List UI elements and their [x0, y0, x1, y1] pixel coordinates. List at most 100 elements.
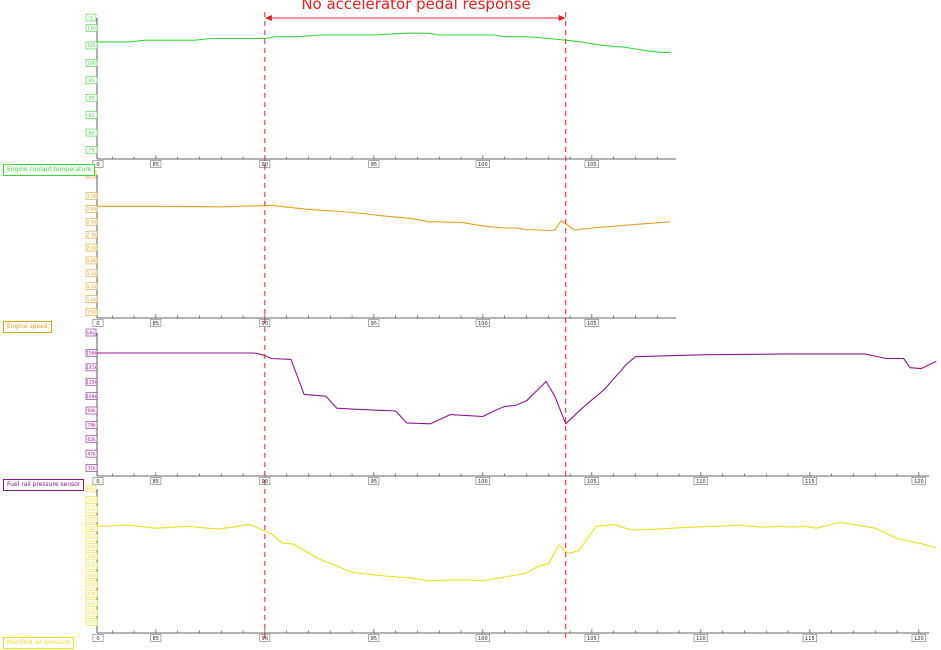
y-tick-label: 100	[85, 59, 98, 67]
y-tick-label: 1.0k	[85, 295, 98, 303]
x-tick-text: 105	[587, 162, 597, 168]
x-tick-label: 100	[475, 160, 491, 168]
x-tick-text: 100	[478, 162, 488, 168]
y-tick-text: 2.0k	[87, 245, 97, 251]
y-tick-text: 109k	[86, 394, 98, 400]
x-tick-text: 110	[696, 479, 706, 485]
y-tick-text: 750	[87, 310, 96, 316]
x-tick-text: 110	[696, 636, 706, 642]
x-tick-label: 110	[693, 477, 709, 485]
x-tick-text: 120	[914, 479, 924, 485]
y-tick-label: 220	[85, 514, 98, 523]
x-tick-text: 0	[96, 162, 99, 168]
x-tick-label: 110	[693, 634, 709, 642]
y-unit-text: kPa	[87, 487, 95, 493]
x-tick-text: 95	[371, 321, 377, 327]
y-tick-label: 125k	[85, 377, 97, 386]
x-tick-label: 85	[150, 319, 162, 327]
x-tick-text: 85	[153, 321, 159, 327]
y-tick-text: 2.5k	[87, 219, 97, 225]
y-unit-text: kPa	[87, 331, 95, 337]
y-tick-text: 78k	[87, 423, 96, 429]
y-tick-text: 160	[87, 573, 96, 579]
y-tick-text: 1.0k	[87, 297, 97, 303]
y-tick-label: 105	[85, 41, 98, 50]
x-tick-label: 85	[150, 477, 162, 485]
channel-label-engine-speed: Engine speed	[3, 321, 52, 333]
y-tick-text: 2.3k	[87, 232, 97, 238]
x-tick-text: 95	[371, 162, 377, 168]
y-tick-text: 200	[87, 535, 96, 541]
y-tick-label: 210	[85, 524, 98, 532]
y-tick-text: 240	[87, 498, 96, 504]
x-tick-label: 100	[475, 477, 491, 485]
y-tick-text: 120	[87, 610, 96, 616]
chart-canvas: °C11010510095908580750859095100105rpm3.0…	[85, 12, 937, 642]
y-tick-text: 75	[89, 148, 95, 154]
y-tick-text: 170	[87, 563, 96, 569]
y-tick-label: 78k	[85, 421, 98, 429]
y-tick-text: 190	[87, 545, 96, 551]
y-tick-label: 95	[85, 76, 98, 85]
y-tick-text: 141k	[86, 365, 98, 371]
y-tick-label: 80	[85, 128, 98, 137]
y-tick-text: 47k	[87, 451, 96, 457]
x-tick-text: 120	[914, 636, 924, 642]
y-tick-text: 3.0k	[87, 194, 97, 200]
y-unit-label: °C	[85, 13, 97, 22]
y-tick-label: 141k	[85, 363, 98, 372]
y-tick-label: 140	[85, 590, 98, 598]
y-tick-text: 94k	[87, 408, 96, 414]
y-tick-text: 2.8k	[87, 207, 97, 213]
x-tick-label: 95	[368, 634, 380, 642]
x-tick-text: 95	[371, 479, 377, 485]
y-tick-label: 109k	[85, 392, 98, 400]
y-tick-label: 47k	[85, 449, 98, 458]
panel-3: kPa 240 230 220 210 200 190 180 170 160 150 140 130 1…	[85, 484, 937, 642]
y-tick-text: 100	[87, 61, 96, 67]
series-line	[97, 352, 937, 425]
x-tick-label: 105	[584, 477, 600, 485]
x-tick-text: 105	[587, 479, 597, 485]
x-tick-text: 0	[96, 479, 99, 485]
y-tick-label: 130	[85, 599, 98, 608]
y-tick-label: 2.8k	[85, 205, 98, 213]
y-tick-label: 2.0k	[85, 243, 98, 252]
y-tick-text: 220	[87, 516, 96, 522]
x-tick-label: 100	[475, 319, 491, 327]
y-tick-label: 3.0k	[85, 192, 98, 200]
x-tick-label: 105	[584, 634, 600, 642]
x-tick-label: 0	[92, 634, 104, 642]
y-tick-label: 120	[85, 608, 98, 617]
y-unit-label: kPa	[85, 484, 97, 493]
y-tick-label: 240	[85, 496, 98, 504]
y-tick-label: 62k	[85, 435, 98, 444]
y-tick-label: 75	[85, 146, 98, 154]
y-tick-label: 156k	[85, 349, 97, 357]
y-tick-text: 230	[87, 507, 96, 513]
y-tick-label: 2.5k	[85, 217, 98, 226]
y-tick-label: 750	[85, 308, 98, 316]
chart-panels: °C11010510095908580750859095100105rpm3.0…	[85, 13, 937, 642]
channel-label-coolant-temperature: Engine coolant temperature	[3, 164, 96, 176]
x-tick-text: 115	[805, 636, 815, 642]
y-tick-label: 110	[85, 24, 98, 32]
series-line	[96, 521, 937, 582]
y-tick-text: 140	[87, 592, 96, 598]
x-tick-label: 120	[911, 477, 927, 485]
annotation-layer	[264, 12, 567, 640]
y-tick-label: 110	[85, 618, 98, 626]
x-tick-text: 115	[805, 479, 815, 485]
y-tick-text: 210	[87, 526, 96, 532]
y-tick-text: 1.5k	[87, 271, 97, 277]
x-tick-label: 0	[92, 319, 104, 327]
y-tick-label: 94k	[85, 406, 98, 415]
x-tick-text: 100	[478, 636, 488, 642]
x-tick-text: 0	[96, 321, 99, 327]
channel-label-fuel-rail-pressure: Fuel rail pressure sensor	[3, 479, 85, 491]
y-tick-text: 110	[87, 620, 96, 626]
x-tick-text: 85	[153, 479, 159, 485]
y-tick-label: 230	[85, 505, 98, 514]
panel-2: kPa156k141k125k109k94k78k62k47k31k085909…	[85, 328, 937, 485]
y-tick-label: 1.8k	[85, 256, 98, 265]
